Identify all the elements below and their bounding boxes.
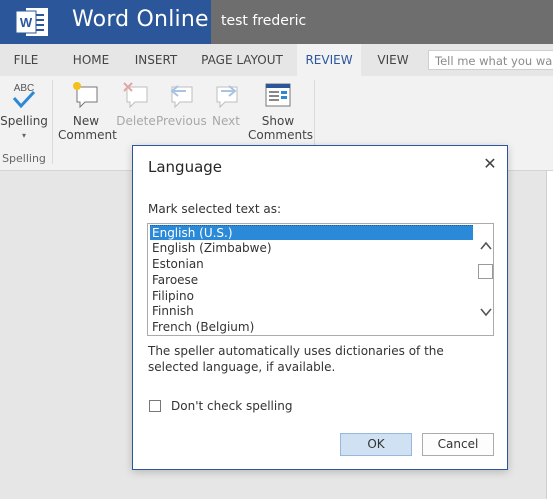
brand-area[interactable]: W Word Online [0, 0, 211, 44]
list-item[interactable]: English (Zimbabwe) [150, 241, 473, 256]
list-label: Mark selected text as: [148, 202, 282, 216]
show-comments-icon [265, 83, 291, 107]
delete-comment-icon [123, 82, 148, 109]
dialog-title: Language [148, 158, 223, 176]
list-item[interactable]: French (Belgium) [150, 320, 473, 335]
delete-comment-button[interactable]: Delete [116, 80, 156, 128]
document-page[interactable] [546, 171, 553, 499]
next-label: Next [212, 114, 240, 128]
new-comment-icon [73, 82, 98, 109]
list-item[interactable]: Finnish [150, 304, 473, 319]
spelling-group-label: Spelling [2, 152, 46, 165]
previous-label: Previous [156, 114, 207, 128]
tell-me-search-input[interactable]: Tell me what you want to do [428, 50, 553, 70]
title-bar: W Word Online test frederic [0, 0, 553, 44]
list-item[interactable]: Faroese [150, 273, 473, 288]
dont-check-spelling-checkbox[interactable] [149, 400, 161, 412]
show-comments-label-line1: Show [261, 114, 295, 128]
previous-comment-button[interactable]: Previous [156, 80, 207, 128]
language-dialog: Language ✕ Mark selected text as: Englis… [132, 145, 508, 470]
tab-file[interactable]: FILE [0, 44, 52, 76]
app-name: Word Online [72, 7, 209, 32]
document-title[interactable]: test frederic [221, 13, 306, 29]
tab-insert[interactable]: INSERT [124, 44, 188, 76]
language-listbox[interactable]: English (U.S.) English (Zimbabwe) Estoni… [147, 223, 494, 336]
new-comment-button[interactable]: New Comment [58, 80, 117, 142]
ok-button[interactable]: OK [340, 433, 412, 456]
chevron-down-icon: ▾ [21, 131, 26, 140]
dictionary-note: The speller automatically uses dictionar… [148, 344, 444, 374]
listbox-scrollbar[interactable] [477, 224, 493, 335]
list-item[interactable]: Estonian [150, 257, 473, 272]
ribbon-separator [52, 80, 53, 164]
word-logo-icon: W [15, 8, 48, 36]
new-comment-label-line2: Comment [58, 128, 117, 142]
svg-text:W: W [20, 15, 33, 30]
delete-label: Delete [116, 114, 156, 128]
spelling-label: Spelling [0, 114, 48, 128]
svg-text:ABC: ABC [14, 83, 35, 94]
next-comment-icon [216, 85, 238, 109]
cancel-button[interactable]: Cancel [422, 433, 494, 456]
list-item[interactable]: Filipino [150, 289, 473, 304]
chevron-down-icon[interactable] [479, 306, 493, 318]
show-comments-label-line2: Comments [248, 128, 314, 142]
abc-check-icon: ABC [12, 83, 36, 109]
tab-view[interactable]: VIEW [364, 44, 422, 76]
dont-check-spelling-label[interactable]: Don't check spelling [171, 398, 292, 414]
tab-review[interactable]: REVIEW [297, 44, 361, 76]
close-icon[interactable]: ✕ [482, 156, 498, 172]
list-item[interactable]: English (U.S.) [150, 225, 473, 240]
tab-page-layout[interactable]: PAGE LAYOUT [192, 44, 292, 76]
chevron-up-icon[interactable] [479, 240, 493, 252]
tab-home[interactable]: HOME [60, 44, 122, 76]
next-comment-button[interactable]: Next [206, 80, 246, 128]
previous-comment-icon [170, 85, 193, 109]
show-comments-button[interactable]: Show Comments [248, 80, 314, 142]
ribbon-tabs: FILE HOME INSERT PAGE LAYOUT REVIEW VIEW… [0, 44, 553, 76]
scrollbar-thumb[interactable] [478, 264, 493, 279]
new-comment-label-line1: New [72, 114, 100, 128]
spelling-button[interactable]: ABC Spelling ▾ [0, 80, 48, 143]
